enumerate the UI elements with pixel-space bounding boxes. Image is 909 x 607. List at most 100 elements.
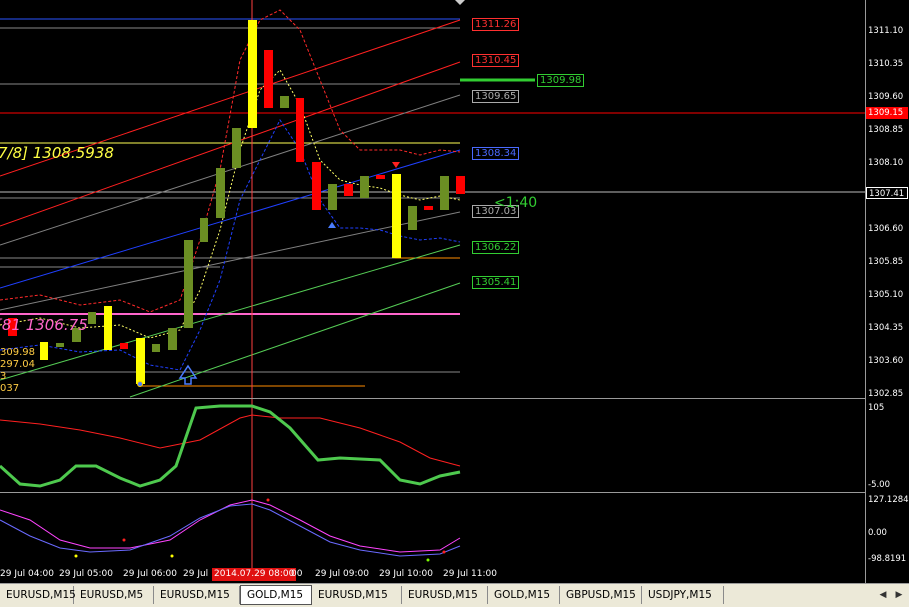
scroll-marker-icon xyxy=(455,0,465,5)
candle xyxy=(136,338,145,384)
indicator1-green-line xyxy=(0,404,461,488)
price-tag-green-low: 1305.41 xyxy=(472,276,520,289)
tab-eurusd-m5[interactable]: EURUSD,M5 xyxy=(74,586,154,604)
tab-eurusd-m15[interactable]: EURUSD,M15 xyxy=(154,586,240,604)
candle xyxy=(104,306,112,350)
candle xyxy=(152,344,160,352)
indicator2-bottom-label: -98.8191 xyxy=(868,554,907,564)
price-tag-red: 1310.45 xyxy=(472,54,520,67)
candle xyxy=(168,328,177,350)
indicator2-top-label: 127.1284 xyxy=(868,495,909,505)
main-chart-svg xyxy=(0,0,865,568)
price-tag-resistance: 1311.26 xyxy=(472,18,520,31)
indicator-dot xyxy=(442,550,446,554)
time-label: 29 Jul 10:00 xyxy=(379,569,433,579)
price-axis-label: 1311.10 xyxy=(868,26,904,36)
indicator2-magenta-line xyxy=(0,499,461,553)
indicator1-top-label: 105 xyxy=(868,403,885,413)
tab-gold-m15-active[interactable]: GOLD,M15 xyxy=(240,585,312,605)
chart-area[interactable]: 1311.26 1310.45 1309.98 1309.65 1308.34 … xyxy=(0,0,865,583)
lower-level-label: [81 1306.75 xyxy=(0,316,88,334)
price-axis-label: 1308.85 xyxy=(868,125,904,135)
candle xyxy=(216,168,225,218)
price-axis-label: 1308.10 xyxy=(868,158,904,168)
candle xyxy=(456,176,465,194)
price-axis-label: 1305.85 xyxy=(868,257,904,267)
candle xyxy=(296,98,304,162)
envelope-yellow xyxy=(0,69,461,339)
time-label: 29 Jul 09:00 xyxy=(315,569,369,579)
tab-gbpusd-m15[interactable]: GBPUSD,M15 xyxy=(560,586,642,604)
candle xyxy=(264,50,273,108)
current-price-tag: 1307.41 xyxy=(866,187,908,199)
signal-dot xyxy=(138,382,142,386)
candle xyxy=(392,174,401,258)
up-arrow-icon xyxy=(178,364,198,385)
candle xyxy=(88,312,96,324)
highlight-price-tag: 1309.15 xyxy=(866,107,908,119)
price-tag-green-arrow: 1309.98 xyxy=(537,74,585,87)
tab-eurusd-m15[interactable]: EURUSD,M15 xyxy=(402,586,488,604)
candle xyxy=(360,176,369,198)
candle xyxy=(248,20,257,128)
left-value-1: 309.98 xyxy=(0,347,35,358)
candle xyxy=(376,175,385,179)
time-label: 29 Jul 04:00 xyxy=(0,569,54,579)
candle xyxy=(232,128,241,168)
price-tag-blue: 1308.34 xyxy=(472,147,520,160)
tab-gold-m15[interactable]: GOLD,M15 xyxy=(488,586,560,604)
tab-eurusd-m15[interactable]: EURUSD,M15 xyxy=(312,586,402,604)
candle xyxy=(312,162,321,210)
bar-countdown: <1:40 xyxy=(494,195,538,211)
indicator-dot xyxy=(122,538,126,542)
candle xyxy=(200,218,208,242)
left-value-2: 297.04 xyxy=(0,359,35,370)
candle xyxy=(328,184,337,210)
time-label: 29 Jul xyxy=(183,569,209,579)
candle xyxy=(40,342,48,360)
tab-scroll-right-icon[interactable]: ▶ xyxy=(892,588,906,602)
candle xyxy=(408,206,417,230)
crosshair-time-label: 2014.07.29 08:00 xyxy=(212,568,297,581)
tab-scroll-left-icon[interactable]: ◀ xyxy=(876,588,890,602)
price-axis-label: 1303.60 xyxy=(868,356,904,366)
panel-divider[interactable] xyxy=(0,398,865,399)
candle xyxy=(56,343,64,347)
candle xyxy=(424,206,433,210)
chart-tab-bar: EURUSD,M15 EURUSD,M5 EURUSD,M15 GOLD,M15… xyxy=(0,583,909,607)
price-axis-label: 1304.35 xyxy=(868,323,904,333)
murrey-level-label: 7/8] 1308.5938 xyxy=(0,144,114,162)
candle xyxy=(440,176,449,210)
channel-grey-low xyxy=(0,211,461,311)
channel-blue xyxy=(0,149,461,289)
indicator-dot xyxy=(74,554,78,558)
up-arrow-icon xyxy=(328,222,336,228)
candle xyxy=(120,343,128,349)
indicator2-blue-line xyxy=(0,503,461,557)
tab-usdjpy-m15[interactable]: USDJPY,M15 xyxy=(642,586,724,604)
price-tag-green: 1306.22 xyxy=(472,241,520,254)
indicator1-bottom-label: -5.00 xyxy=(868,480,890,490)
down-arrow-icon xyxy=(392,162,400,168)
time-label: 29 Jul 06:00 xyxy=(123,569,177,579)
tab-eurusd-m15[interactable]: EURUSD,M15 xyxy=(0,586,76,604)
price-axis-label: 1310.35 xyxy=(868,59,904,69)
left-value-3: 3 xyxy=(0,371,7,382)
price-axis-label: 1309.60 xyxy=(868,92,904,102)
panel-divider[interactable] xyxy=(0,492,865,493)
indicator-dot xyxy=(170,554,174,558)
time-label: 00 xyxy=(291,569,303,579)
indicator-dot xyxy=(266,498,270,502)
candle xyxy=(344,184,353,196)
price-tag-grey: 1309.65 xyxy=(472,90,520,103)
time-label: 29 Jul 05:00 xyxy=(59,569,113,579)
price-axis-label: 1302.85 xyxy=(868,389,904,399)
indicator1-red-line xyxy=(0,414,461,467)
indicator2-mid-label: 0.00 xyxy=(868,528,887,538)
candle xyxy=(184,240,193,328)
candle xyxy=(280,96,289,108)
price-axis-label: 1306.60 xyxy=(868,224,904,234)
time-label: 29 Jul 11:00 xyxy=(443,569,497,579)
price-axis-label: 1305.10 xyxy=(868,290,904,300)
channel-green xyxy=(0,244,461,381)
